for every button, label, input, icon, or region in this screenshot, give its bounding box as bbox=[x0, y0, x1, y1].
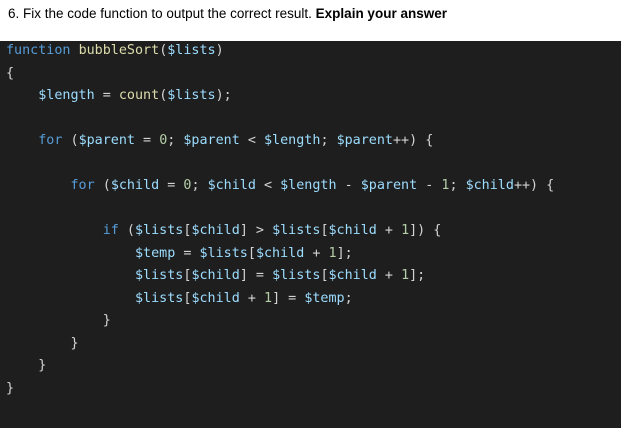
code-token: $parent bbox=[336, 133, 393, 148]
code-token: < bbox=[255, 178, 281, 193]
code-token: = bbox=[94, 88, 119, 103]
code-token: $child bbox=[191, 268, 240, 283]
code-token: - bbox=[417, 178, 442, 193]
code-token: $length bbox=[38, 88, 95, 103]
code-token: [ bbox=[320, 268, 329, 283]
code-token: ; bbox=[320, 133, 337, 148]
code-token: } bbox=[6, 380, 15, 396]
code-token: ]) { bbox=[409, 223, 442, 238]
code-token: + bbox=[376, 268, 402, 283]
code-token: $lists bbox=[135, 268, 184, 283]
code-token: ]; bbox=[336, 245, 353, 261]
code-token: } bbox=[6, 335, 79, 351]
code-line: $length = count($lists); bbox=[6, 87, 232, 105]
code-token: $child bbox=[328, 268, 377, 283]
code-token: $lists bbox=[272, 223, 321, 238]
code-token: ++) { bbox=[393, 133, 434, 148]
code-token: $parent bbox=[360, 178, 418, 193]
code-token: - bbox=[336, 178, 361, 193]
code-token: ; bbox=[191, 178, 208, 193]
code-token: + bbox=[304, 245, 329, 261]
code-token: ; bbox=[344, 290, 353, 306]
code-token: $parent bbox=[78, 133, 135, 148]
code-token: } bbox=[6, 313, 111, 328]
code-token: for bbox=[70, 178, 95, 193]
code-token: $temp bbox=[135, 245, 176, 261]
code-token: = bbox=[175, 245, 200, 261]
code-token: ]; bbox=[409, 268, 426, 283]
code-token: = bbox=[135, 133, 160, 148]
code-token: = bbox=[159, 178, 184, 193]
code-token: { bbox=[6, 65, 15, 81]
code-token: $length bbox=[264, 133, 321, 148]
code-line: { bbox=[6, 65, 14, 83]
code-line: $temp = $lists[$child + 1]; bbox=[6, 245, 353, 263]
code-token: $lists bbox=[272, 268, 321, 283]
code-token: if bbox=[102, 223, 119, 238]
code-token: $lists bbox=[135, 223, 184, 238]
code-token: ( bbox=[118, 223, 135, 238]
code-token: $parent bbox=[183, 133, 240, 148]
code-token: $child bbox=[255, 245, 305, 261]
code-line: } bbox=[6, 380, 14, 398]
code-token: ; bbox=[449, 178, 466, 193]
code-token: 1 bbox=[401, 268, 410, 283]
code-token: ( bbox=[94, 178, 111, 193]
code-token: $child bbox=[191, 290, 240, 306]
question-text: 6. Fix the code function to output the c… bbox=[8, 6, 447, 21]
code-token: < bbox=[239, 133, 264, 148]
code-token: $child bbox=[191, 223, 240, 238]
code-token: $length bbox=[280, 178, 337, 193]
code-token: ] = bbox=[239, 268, 273, 283]
code-token: + bbox=[376, 223, 402, 238]
code-line: $lists[$child + 1] = $temp; bbox=[6, 290, 353, 308]
code-token: $lists bbox=[135, 290, 184, 306]
code-line: for ($child = 0; $child < $length - $par… bbox=[6, 177, 555, 195]
code-token: } bbox=[6, 358, 47, 373]
code-block: function bubbleSort($lists){ $length = c… bbox=[0, 41, 621, 428]
code-token: [ bbox=[247, 245, 256, 261]
code-token: $lists bbox=[167, 88, 216, 103]
code-token: 1 bbox=[328, 245, 337, 261]
code-token: ( bbox=[62, 133, 79, 148]
code-token: ; bbox=[167, 133, 184, 148]
code-token: bubbleSort bbox=[78, 43, 160, 58]
code-token: $child bbox=[207, 178, 256, 193]
code-token: $temp bbox=[304, 290, 345, 306]
code-line: } bbox=[6, 335, 79, 353]
code-token: for bbox=[38, 133, 63, 148]
code-token: function bbox=[6, 43, 71, 58]
code-token: 1 bbox=[264, 290, 273, 306]
code-token: $lists bbox=[167, 43, 216, 58]
code-token: [ bbox=[320, 223, 329, 238]
code-token: ++) { bbox=[513, 178, 555, 193]
code-line: if ($lists[$child] > $lists[$child + 1])… bbox=[6, 222, 442, 240]
code-token: ] = bbox=[272, 290, 305, 306]
code-line: for ($parent = 0; $parent < $length; $pa… bbox=[6, 132, 433, 150]
code-line: } bbox=[6, 312, 111, 330]
code-token: ] > bbox=[239, 223, 273, 238]
code-token: $lists bbox=[199, 245, 248, 261]
code-token: ); bbox=[215, 88, 232, 103]
code-token: $child bbox=[328, 223, 377, 238]
code-token: 1 bbox=[401, 223, 410, 238]
code-line: } bbox=[6, 357, 46, 375]
code-token: count bbox=[118, 88, 160, 103]
code-line: function bubbleSort($lists) bbox=[6, 42, 224, 60]
code-token: $child bbox=[110, 178, 160, 193]
code-line: $lists[$child] = $lists[$child + 1]; bbox=[6, 267, 425, 285]
code-token: + bbox=[239, 290, 264, 306]
question-prefix: 6. Fix the code function to output the c… bbox=[8, 6, 316, 21]
question-bold-instruction: Explain your answer bbox=[315, 6, 447, 21]
code-token: ) bbox=[215, 43, 224, 58]
code-token: $child bbox=[465, 178, 514, 193]
